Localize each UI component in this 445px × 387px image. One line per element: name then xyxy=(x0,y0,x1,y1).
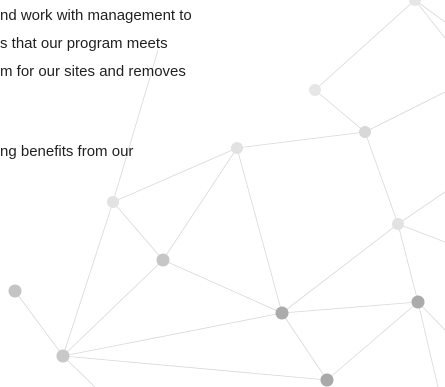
paragraph-line: nd work with management to xyxy=(0,7,192,24)
network-node xyxy=(320,373,334,387)
network-edges xyxy=(14,0,445,387)
network-node xyxy=(107,196,119,208)
paragraph-line: m for our sites and removes xyxy=(0,63,186,80)
network-node xyxy=(275,306,289,320)
network-node xyxy=(359,126,371,138)
network-node xyxy=(392,218,404,230)
paragraph-line: ng benefits from our xyxy=(0,143,134,160)
paragraph-line: s that our program meets xyxy=(0,35,168,52)
network-node xyxy=(231,142,243,154)
network-node xyxy=(56,349,70,363)
network-nodes xyxy=(8,0,425,387)
network-node xyxy=(8,284,22,298)
network-node xyxy=(309,84,321,96)
network-node xyxy=(156,253,170,267)
network-node xyxy=(411,295,425,309)
network-decoration xyxy=(8,0,445,387)
